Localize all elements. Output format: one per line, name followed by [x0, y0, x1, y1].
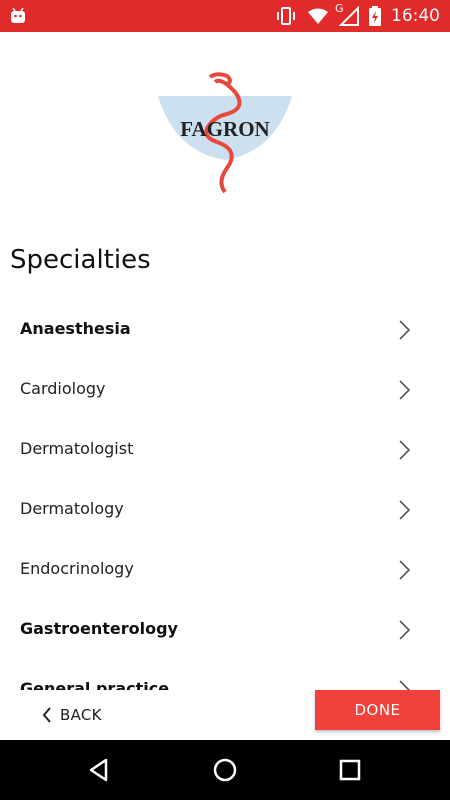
specialty-list-item[interactable]: Cardiology — [0, 359, 450, 419]
specialty-label: Dermatologist — [20, 439, 134, 458]
back-button-label: BACK — [60, 706, 102, 724]
specialty-list-item[interactable]: Endocrinology — [0, 539, 450, 599]
home-circle-icon[interactable] — [212, 757, 238, 783]
logo-text: FAGRON — [180, 117, 269, 141]
page-title: Specialties — [10, 245, 151, 276]
chevron-right-icon — [399, 320, 411, 340]
battery-charging-icon — [369, 6, 381, 26]
done-button-label: DONE — [354, 701, 401, 719]
specialty-label: Cardiology — [20, 379, 106, 398]
specialty-list-item[interactable]: General practice — [0, 659, 450, 693]
specialty-label: Gastroenterology — [20, 619, 178, 638]
clock: 16:40 — [391, 6, 440, 26]
bottom-action-bar: BACK DONE — [0, 690, 450, 740]
recents-square-icon[interactable] — [337, 757, 363, 783]
specialty-list-item[interactable]: Dermatology — [0, 479, 450, 539]
chevron-left-icon — [42, 707, 51, 723]
done-button[interactable]: DONE — [315, 690, 440, 730]
back-triangle-icon[interactable] — [86, 757, 112, 783]
specialty-label: Dermatology — [20, 499, 124, 518]
chevron-right-icon — [399, 380, 411, 400]
vibrate-icon — [277, 7, 295, 25]
chevron-right-icon — [399, 620, 411, 640]
fagron-logo: FAGRON — [158, 72, 292, 194]
android-icon — [11, 7, 25, 23]
specialty-list-item[interactable]: Anaesthesia — [0, 299, 450, 359]
wifi-icon — [308, 8, 328, 24]
chevron-right-icon — [399, 440, 411, 460]
system-navigation-bar — [0, 740, 450, 800]
signal-icon: G — [335, 2, 359, 26]
chevron-right-icon — [399, 560, 411, 580]
chevron-right-icon — [399, 500, 411, 520]
specialty-label: Endocrinology — [20, 559, 134, 578]
back-button[interactable]: BACK — [42, 698, 102, 732]
status-bar: G 16:40 — [0, 0, 450, 32]
specialties-list: Anaesthesia Cardiology Dermatologist Dermat… — [0, 299, 450, 693]
specialty-list-item[interactable]: Dermatologist — [0, 419, 450, 479]
specialty-label: Anaesthesia — [20, 319, 131, 338]
specialty-list-item[interactable]: Gastroenterology — [0, 599, 450, 659]
